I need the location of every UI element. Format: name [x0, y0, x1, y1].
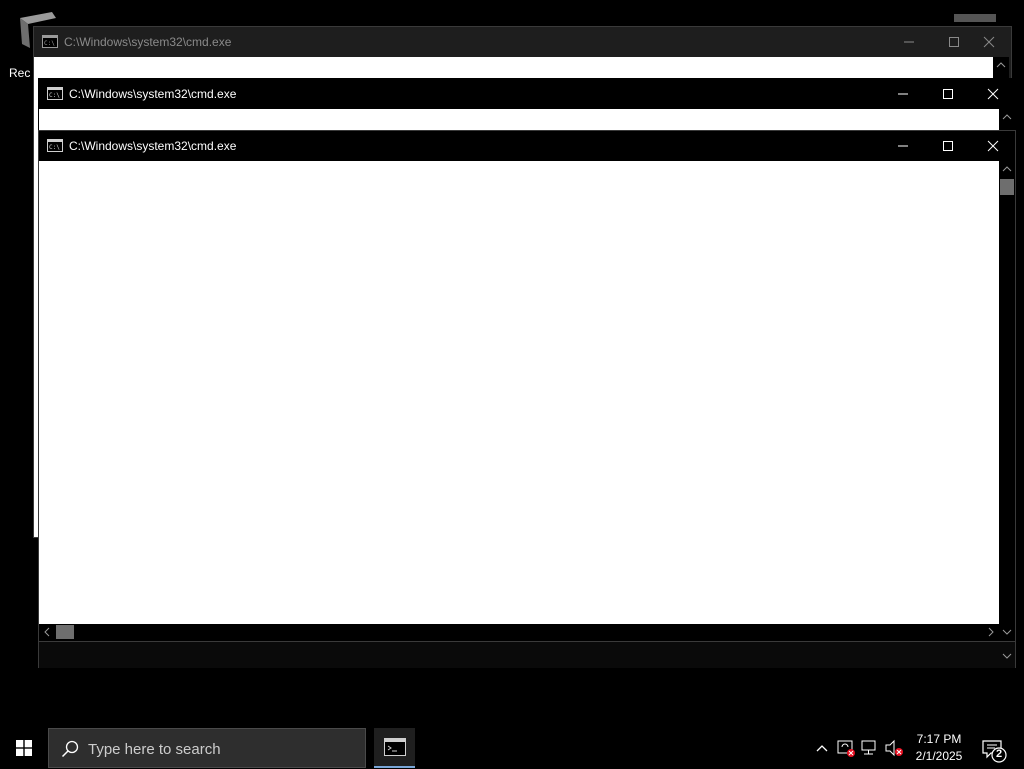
- clock-time: 7:17 PM: [916, 732, 962, 746]
- minimize-button[interactable]: [886, 27, 931, 57]
- window-title: C:\Windows\system32\cmd.exe: [64, 35, 232, 49]
- console-area[interactable]: [39, 161, 999, 624]
- action-center-button[interactable]: 2: [980, 736, 1008, 764]
- window-title: C:\Windows\system32\cmd.exe: [69, 87, 237, 101]
- network-disconnected-icon: [861, 740, 876, 755]
- cmd-icon: [383, 738, 406, 756]
- taskbar-app-cmd[interactable]: [374, 728, 415, 768]
- close-button[interactable]: [970, 131, 1015, 161]
- desktop-window-edge: [954, 14, 996, 22]
- minimize-button[interactable]: [880, 131, 925, 161]
- svg-text:C:\: C:\: [49, 92, 60, 99]
- clock-date: 2/1/2025: [915, 749, 963, 763]
- search-placeholder: Type here to search: [88, 741, 221, 758]
- minimize-button[interactable]: [880, 79, 925, 109]
- notification-count-badge: 2: [995, 748, 1003, 760]
- vertical-scroll-thumb[interactable]: [1000, 179, 1014, 195]
- desktop-icon-label: Rec: [9, 66, 31, 80]
- search-icon: [61, 740, 79, 763]
- tray-network[interactable]: [860, 738, 880, 758]
- window-titlebar[interactable]: C:\ C:\Windows\system32\cmd.exe: [34, 27, 1011, 57]
- scroll-left-icon[interactable]: [41, 624, 53, 640]
- chevron-up-icon: [816, 745, 828, 752]
- sync-error-icon: [837, 740, 855, 757]
- cmd-icon: C:\: [42, 35, 58, 48]
- scroll-up-icon[interactable]: [993, 57, 1009, 73]
- horizontal-scrollbar[interactable]: [39, 624, 999, 640]
- cmd-icon: C:\: [47, 87, 63, 100]
- search-box[interactable]: Type here to search: [48, 728, 366, 768]
- desktop: Rec C:\ C:\Windows\system32\cmd.exe C:\ …: [0, 0, 1024, 728]
- taskbar-clock[interactable]: 7:17 PM 2/1/2025: [900, 731, 978, 765]
- scroll-down-icon[interactable]: [999, 624, 1015, 640]
- window-titlebar[interactable]: C:\ C:\Windows\system32\cmd.exe: [39, 131, 1015, 161]
- taskbar: Type here to search 7:17 PM 2/1/2025 2: [0, 728, 1024, 768]
- window-titlebar[interactable]: C:\ C:\Windows\system32\cmd.exe: [39, 79, 1015, 109]
- show-hidden-icons-button[interactable]: [812, 738, 832, 758]
- close-button[interactable]: [966, 27, 1011, 57]
- window-bottom-strip: [39, 641, 1015, 668]
- maximize-button[interactable]: [925, 131, 970, 161]
- close-button[interactable]: [970, 79, 1015, 109]
- scroll-up-icon[interactable]: [999, 109, 1015, 125]
- svg-text:C:\: C:\: [44, 40, 55, 47]
- cmd-window-front[interactable]: C:\ C:\Windows\system32\cmd.exe: [38, 130, 1016, 668]
- vertical-scrollbar[interactable]: [999, 161, 1015, 624]
- scroll-up-icon[interactable]: [999, 161, 1015, 177]
- svg-text:C:\: C:\: [49, 144, 60, 151]
- cmd-window-middle[interactable]: C:\ C:\Windows\system32\cmd.exe: [38, 78, 1016, 138]
- windows-logo-icon: [16, 740, 32, 756]
- window-title: C:\Windows\system32\cmd.exe: [69, 139, 237, 153]
- start-button[interactable]: [0, 728, 48, 768]
- scroll-right-icon[interactable]: [985, 624, 997, 640]
- tray-sync-status[interactable]: [836, 738, 856, 758]
- scroll-down-icon[interactable]: [1001, 650, 1013, 662]
- maximize-button[interactable]: [925, 79, 970, 109]
- cmd-icon: C:\: [47, 139, 63, 152]
- horizontal-scroll-thumb[interactable]: [56, 625, 74, 639]
